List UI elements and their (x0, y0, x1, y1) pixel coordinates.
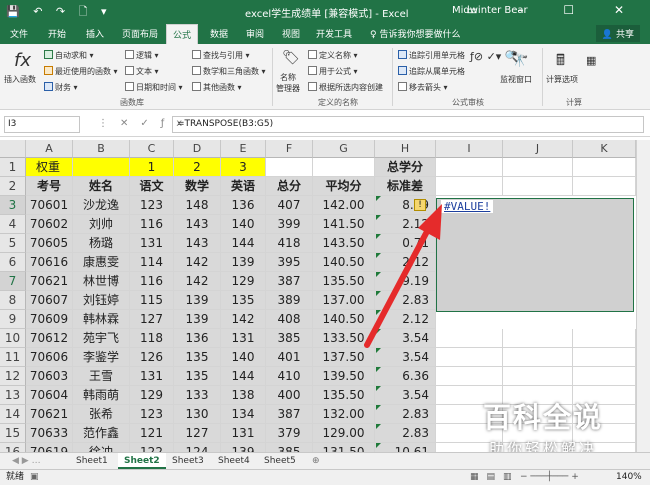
view-buttons[interactable]: ▦▤▥ (470, 470, 520, 485)
insert-function-icon: fx (14, 50, 31, 71)
trace-icon (398, 50, 407, 59)
use-formula-icon (308, 66, 317, 75)
trace-dependents-button[interactable]: 追踪从属单元格 (398, 66, 465, 77)
macro-record-icon[interactable]: ▣ (30, 470, 39, 485)
sheet-tab-1[interactable]: Sheet1 (70, 453, 114, 469)
watermark-logo: 百科全说 助你轻松解决 (483, 401, 604, 458)
zoom-level[interactable]: 140% (616, 470, 642, 485)
tab-page-layout[interactable]: 页面布局 (122, 27, 158, 40)
text-icon (125, 66, 134, 75)
insert-function-button[interactable]: 插入函数 (4, 74, 36, 85)
calc-now-icon[interactable]: ▦ (586, 54, 596, 67)
logical-button[interactable]: 逻辑 ▾ (125, 50, 159, 61)
tab-formulas[interactable]: 公式 (166, 24, 199, 44)
title-bar: 💾 ↶ ↷ 🗋 ▾ excel学生成绩单 [兼容模式] - Excel Midw… (0, 0, 650, 22)
tab-review[interactable]: 审阅 (246, 27, 264, 40)
create-selection-icon (308, 82, 317, 91)
add-sheet-button[interactable]: ⊕ (306, 453, 326, 469)
math-trig-button[interactable]: 数学和三角函数 ▾ (192, 66, 266, 77)
create-from-selection-button[interactable]: 根据所选内容创建 (308, 82, 383, 93)
window-title: excel学生成绩单 [兼容模式] - Excel (245, 9, 409, 20)
trace-dependents-icon (398, 66, 407, 75)
zoom-slider[interactable]: − ───┼─── + (520, 470, 579, 485)
tab-view[interactable]: 视图 (282, 27, 300, 40)
sheet-tab-4[interactable]: Sheet4 (212, 453, 256, 469)
sheet-nav-arrows[interactable]: ◀ ▶ … (6, 453, 47, 469)
text-button[interactable]: 文本 ▾ (125, 66, 159, 77)
group-label-defined-names: 定义的名称 (318, 98, 358, 107)
name-manager-button[interactable]: 名称 管理器 (276, 72, 300, 94)
group-label-function-library: 函数库 (120, 98, 144, 107)
tab-developer[interactable]: 开发工具 (316, 27, 352, 40)
group-label-auditing: 公式审核 (452, 98, 484, 107)
star-icon (44, 66, 53, 75)
trace-precedents-button[interactable]: 追踪引用单元格 (398, 50, 465, 61)
share-label: 共享 (615, 30, 634, 40)
name-box[interactable]: I3 (4, 116, 80, 133)
date-time-button[interactable]: 日期和时间 ▾ (125, 82, 183, 93)
autosum-icon (44, 50, 53, 59)
autosum-button[interactable]: 自动求和 ▾ (44, 50, 94, 61)
vertical-scrollbar[interactable] (636, 140, 650, 452)
tab-home[interactable]: 开始 (48, 27, 66, 40)
formula-input[interactable]: =TRANSPOSE(B3:G5) (172, 116, 644, 133)
tab-insert[interactable]: 插入 (86, 27, 104, 40)
tab-file[interactable]: 文件 (10, 27, 28, 40)
sheet-tab-3[interactable]: Sheet3 (166, 453, 210, 469)
finance-icon (44, 82, 53, 91)
share-button[interactable]: 👤 共享 (595, 25, 640, 42)
ribbon-separator (542, 48, 543, 106)
lookup-button[interactable]: 查找与引用 ▾ (192, 50, 250, 61)
status-text: 就绪 (6, 472, 25, 482)
logical-icon (125, 50, 134, 59)
calendar-icon (125, 82, 134, 91)
remove-arrows-button[interactable]: 移去箭头 ▾ (398, 82, 448, 93)
remove-arrows-icon (398, 82, 407, 91)
calculator-icon: 🖩 (556, 51, 566, 69)
sheet-tab-bar: ◀ ▶ … Sheet1 Sheet2 Sheet3 Sheet4 Sheet5… (0, 452, 650, 469)
ribbon-tabs: 文件 开始 插入 页面布局 公式 数据 审阅 视图 开发工具 ♀ 告诉我你想要做… (0, 22, 650, 44)
ribbon-separator (392, 48, 393, 106)
watch-window-button[interactable]: 监视窗口 (500, 74, 532, 85)
ribbon-separator (272, 48, 273, 106)
tell-me-search[interactable]: ♀ 告诉我你想要做什么 (370, 27, 460, 40)
tab-data[interactable]: 数据 (210, 27, 228, 40)
more-functions-button[interactable]: 其他函数 ▾ (192, 82, 242, 93)
define-name-button[interactable]: 定义名称 ▾ (308, 50, 358, 61)
quick-access-toolbar[interactable]: 💾 ↶ ↷ 🗋 ▾ (6, 3, 111, 22)
sheet-tab-2[interactable]: Sheet2 (118, 453, 166, 469)
watch-window-icon: 🔭 (510, 50, 529, 68)
use-in-formula-button[interactable]: 用于公式 ▾ (308, 66, 358, 77)
financial-button[interactable]: 财务 ▾ (44, 82, 78, 93)
status-bar: 就绪 ▣ ▦▤▥ − ───┼─── + 140% (0, 469, 650, 485)
group-label-calculation: 计算 (566, 98, 582, 107)
calc-options-button[interactable]: 计算选项 (546, 74, 578, 85)
sheet-tab-5[interactable]: Sheet5 (258, 453, 302, 469)
math-icon (192, 66, 201, 75)
window-controls[interactable]: ▭ – ☐ ✕ (466, 3, 642, 17)
define-name-icon (308, 50, 317, 59)
recent-functions-button[interactable]: 最近使用的函数 ▾ (44, 66, 118, 77)
more-icon (192, 82, 201, 91)
excel-window: 💾 ↶ ↷ 🗋 ▾ excel学生成绩单 [兼容模式] - Excel Midw… (0, 0, 650, 485)
lookup-icon (192, 50, 201, 59)
name-manager-icon: 🏷 (282, 50, 300, 66)
formula-bar: I3 ⋮✕✓ƒx =TRANSPOSE(B3:G5) (0, 113, 650, 137)
ribbon-formulas: fx 插入函数 自动求和 ▾ 最近使用的函数 ▾ 财务 ▾ 逻辑 ▾ 文本 ▾ … (0, 44, 650, 110)
